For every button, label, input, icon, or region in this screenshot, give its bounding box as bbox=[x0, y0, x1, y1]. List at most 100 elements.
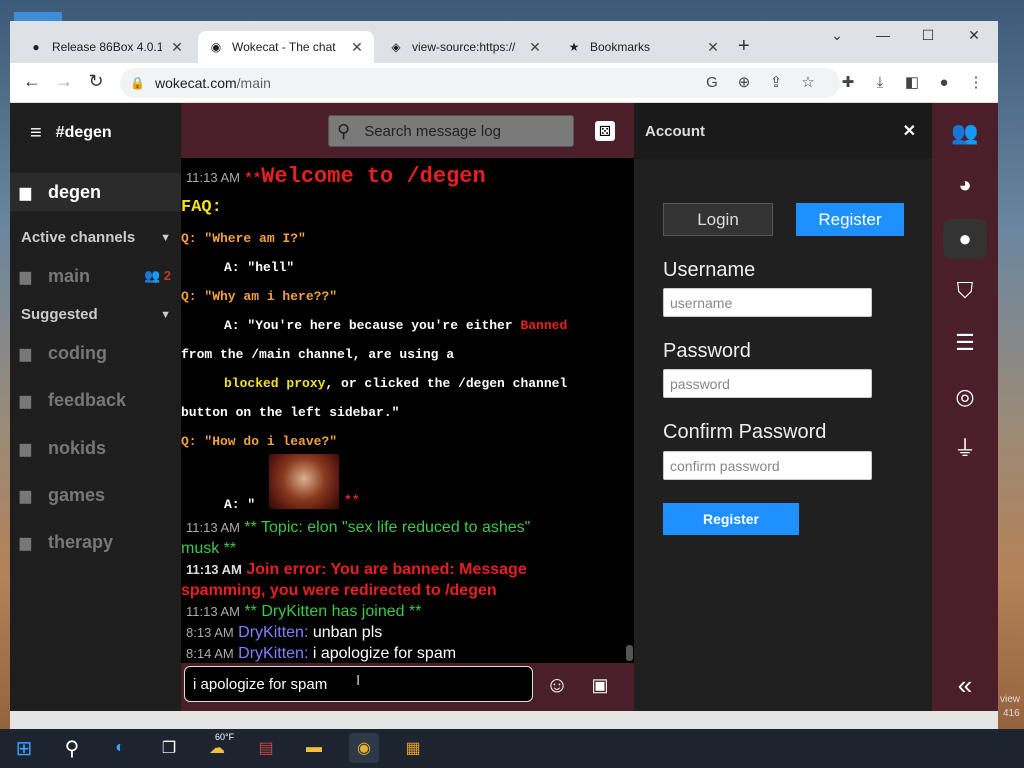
suggested-header[interactable]: Suggested ▼ bbox=[21, 306, 171, 323]
side-panel-icon[interactable]: ◧ bbox=[902, 73, 922, 93]
active-channels-header[interactable]: Active channels ▼ bbox=[21, 229, 171, 246]
account-icon[interactable]: ● bbox=[943, 219, 987, 259]
timestamp: 8:13 AM bbox=[186, 625, 234, 640]
error-text: spamming, you were redirected to /degen bbox=[181, 582, 497, 599]
app-icon[interactable]: ▦ bbox=[398, 733, 428, 763]
channel-label: games bbox=[48, 484, 106, 505]
answer-text: from the /main channel, are using a bbox=[181, 347, 455, 362]
emoji-icon[interactable]: ☺ bbox=[544, 672, 570, 698]
forward-icon[interactable]: → bbox=[52, 71, 76, 92]
browser-toolbar: ← → ↻ 🔒 wokecat.com/main G ⊕ ⇪ ☆ ✚ ⤓ ◧ ●… bbox=[10, 63, 998, 103]
minimize-icon[interactable]: — bbox=[873, 27, 893, 43]
new-tab-icon[interactable]: + bbox=[738, 35, 750, 58]
login-tab-button[interactable]: Login bbox=[663, 203, 773, 236]
confirm-password-placeholder: confirm password bbox=[670, 457, 780, 474]
tab-86box[interactable]: ● Release 86Box 4.0.1 ✕ bbox=[18, 31, 194, 63]
register-tab-button[interactable]: Register bbox=[796, 203, 904, 236]
palette-icon[interactable]: ◕ bbox=[943, 165, 987, 205]
back-icon[interactable]: ← bbox=[20, 71, 44, 92]
reload-icon[interactable]: ↻ bbox=[84, 71, 108, 92]
dice-icon[interactable]: ⚄ bbox=[595, 121, 615, 141]
chat-icon: ▆ bbox=[20, 533, 31, 550]
extensions-icon[interactable]: ✚ bbox=[838, 73, 858, 93]
message-username[interactable]: DryKitten: bbox=[238, 624, 308, 641]
tab-title: Release 86Box 4.0.1 bbox=[52, 40, 162, 54]
users-icon: 👥 bbox=[143, 268, 161, 283]
channel-nokids[interactable]: ▆ nokids bbox=[10, 429, 181, 467]
message-input-value: i apologize for spam bbox=[193, 675, 328, 693]
hamburger-icon[interactable]: ≡ bbox=[30, 122, 42, 145]
image-upload-icon[interactable]: ▣ bbox=[587, 672, 613, 698]
url-path: /main bbox=[236, 75, 271, 91]
tab-wokecat[interactable]: ◉ Wokecat - The chat ✕ bbox=[198, 31, 374, 63]
skull-image bbox=[269, 454, 339, 509]
message-username[interactable]: DryKitten: bbox=[238, 645, 308, 662]
maximize-icon[interactable]: ☐ bbox=[918, 27, 938, 44]
close-tab-icon[interactable]: ✕ bbox=[170, 39, 184, 56]
chrome-icon[interactable]: ◉ bbox=[349, 733, 379, 763]
wokecat-icon: ◉ bbox=[210, 40, 222, 54]
bookmark-star-icon[interactable]: ☆ bbox=[798, 73, 818, 93]
news-icon[interactable]: ▤ bbox=[251, 733, 281, 763]
chat-icon: ▆ bbox=[20, 183, 31, 200]
close-window-icon[interactable]: ✕ bbox=[964, 27, 984, 44]
profile-icon[interactable]: ● bbox=[934, 73, 954, 93]
banned-text: Banned bbox=[520, 318, 568, 333]
sliders-icon[interactable]: ☰ bbox=[943, 323, 987, 363]
close-tab-icon[interactable]: ✕ bbox=[528, 39, 542, 56]
password-label: Password bbox=[663, 340, 751, 362]
plug-icon[interactable]: ⏚ bbox=[943, 429, 987, 469]
scrollbar-thumb[interactable] bbox=[626, 645, 633, 661]
channel-games[interactable]: ▆ games bbox=[10, 476, 181, 514]
confirm-password-label: Confirm Password bbox=[663, 421, 827, 443]
username-placeholder: username bbox=[670, 294, 733, 311]
sidebar-header: ≡ #degen bbox=[10, 103, 181, 163]
tab-bookmarks[interactable]: ★ Bookmarks ✕ bbox=[556, 31, 730, 63]
shield-icon[interactable]: ⛉ bbox=[943, 271, 987, 311]
zoom-icon[interactable]: ⊕ bbox=[734, 73, 754, 93]
chat-message: 8:14 AM DryKitten: i apologize for spam bbox=[186, 645, 456, 663]
register-button[interactable]: Register bbox=[663, 503, 799, 535]
close-icon[interactable]: ✕ bbox=[903, 121, 916, 141]
edge-icon[interactable]: ◐ bbox=[105, 733, 135, 763]
address-bar[interactable]: 🔒 wokecat.com/main bbox=[120, 68, 840, 98]
close-tab-icon[interactable]: ✕ bbox=[350, 39, 364, 56]
cat-icon: ◈ bbox=[391, 40, 401, 54]
channel-coding[interactable]: ▆ coding bbox=[10, 334, 181, 372]
username-field[interactable]: username bbox=[663, 288, 872, 317]
search-input[interactable]: ⚲ Search message log bbox=[328, 115, 574, 147]
search-icon[interactable]: ⚲ bbox=[57, 733, 87, 763]
channel-feedback[interactable]: ▆ feedback bbox=[10, 381, 181, 419]
close-tab-icon[interactable]: ✕ bbox=[706, 39, 720, 56]
users-icon[interactable]: 👥 bbox=[943, 113, 987, 153]
task-view-icon[interactable]: ❐ bbox=[154, 733, 184, 763]
icon-rail: 👥 ◕ ● ⛉ ☰ ◎ ⏚ « bbox=[932, 103, 998, 711]
google-icon[interactable]: G bbox=[702, 73, 722, 93]
share-icon[interactable]: ⇪ bbox=[766, 73, 786, 93]
account-panel: Account ✕ Login Register Username userna… bbox=[634, 103, 932, 711]
windows-start-icon[interactable]: ⊞ bbox=[9, 733, 39, 763]
channel-label: nokids bbox=[48, 437, 107, 458]
weather-temp: 60°F bbox=[215, 732, 235, 742]
password-field[interactable]: password bbox=[663, 369, 872, 398]
chat-icon: ▆ bbox=[20, 344, 31, 361]
channel-main[interactable]: ▆ main 👥 2 bbox=[10, 257, 181, 295]
chat-bubbles-icon[interactable]: ◎ bbox=[943, 377, 987, 417]
collapse-icon[interactable]: « bbox=[943, 665, 987, 705]
confirm-password-field[interactable]: confirm password bbox=[663, 451, 872, 480]
tab-bar: ● Release 86Box 4.0.1 ✕ ◉ Wokecat - The … bbox=[10, 21, 998, 63]
channel-label: degen bbox=[48, 181, 102, 202]
channel-degen[interactable]: ▆ degen bbox=[10, 173, 181, 211]
proxy-text: blocked proxy bbox=[224, 376, 326, 391]
tab-search-icon[interactable]: ⌄ bbox=[827, 27, 847, 44]
username-label: Username bbox=[663, 259, 756, 281]
channel-therapy[interactable]: ▆ therapy bbox=[10, 523, 181, 561]
download-icon[interactable]: ⤓ bbox=[870, 73, 890, 93]
menu-icon[interactable]: ⋮ bbox=[966, 73, 986, 93]
url-host: wokecat.com bbox=[154, 75, 237, 91]
chat-column: ⚲ Search message log ⚄ 11:13 AM **Welcom… bbox=[181, 103, 634, 711]
file-explorer-icon[interactable]: ▬ bbox=[299, 733, 329, 763]
chat-page: ≡ #degen ▆ degen Active channels ▼ ▆ mai… bbox=[10, 103, 998, 711]
tab-view-source[interactable]: ◈ view-source:https:// ✕ bbox=[378, 31, 552, 63]
lock-icon: 🔒 bbox=[130, 76, 145, 90]
